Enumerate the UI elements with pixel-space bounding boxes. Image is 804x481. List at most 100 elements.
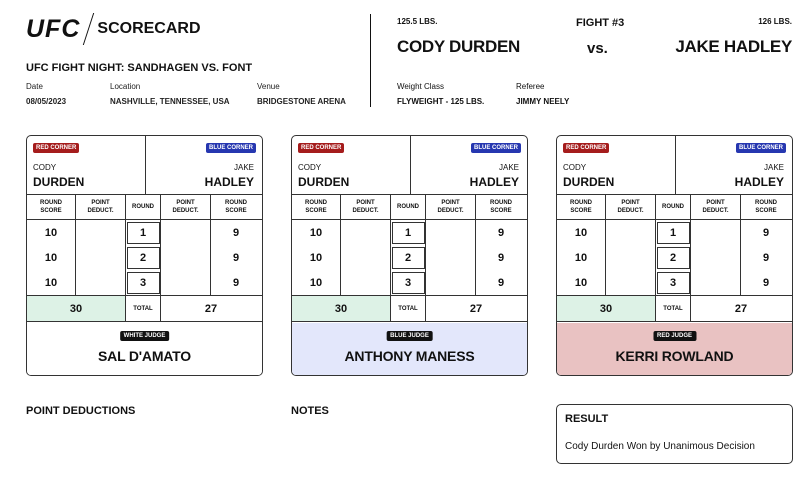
score-header-row: ROUND SCORE POINT DEDUCT. ROUND POINT DEDUC…: [27, 195, 262, 220]
blue-round-score-header: ROUND SCORE: [225, 200, 247, 214]
score-header-row: ROUND SCORE POINT DEDUCT. ROUND POINT DEDUC…: [292, 195, 527, 220]
judge-card: RED CORNER BLUE CORNER CODY DURDEN JAKE …: [26, 135, 263, 376]
card-fighters: RED CORNER BLUE CORNER CODY DURDEN JAKE …: [557, 136, 792, 195]
round-row: 10 2 9: [292, 245, 527, 270]
red-point-deduction: [341, 245, 391, 270]
blue-round-score: 9: [762, 276, 770, 289]
red-last-name: DURDEN: [298, 175, 350, 189]
round-number: 3: [656, 271, 690, 294]
blue-point-deduct-header: POINT DEDUCT.: [426, 195, 476, 219]
blue-fighter-name: JAKE HADLEY: [675, 37, 792, 56]
round-header: ROUND: [656, 195, 691, 219]
round-row: 10 3 9: [27, 270, 262, 295]
blue-point-deduction: [161, 220, 211, 245]
date-info: Date 08/05/2023: [26, 82, 66, 106]
red-last-name: DURDEN: [563, 175, 615, 189]
blue-round-score: 9: [762, 226, 770, 239]
red-total: 30: [27, 296, 126, 321]
blue-corner-badge: BLUE CORNER: [470, 143, 521, 153]
round-row: 10 1 9: [27, 220, 262, 245]
score-grid: ROUND SCORE POINT DEDUCT. ROUND POINT DEDUC…: [292, 195, 527, 322]
total-label: TOTAL: [656, 296, 691, 321]
red-corner-badge: RED CORNER: [563, 143, 610, 153]
red-point-deduction: [606, 220, 656, 245]
judge-area: RED JUDGE KERRI ROWLAND: [557, 323, 792, 375]
blue-round-score: 9: [497, 226, 505, 239]
rounds-block: 10 1 9 10 2 9 10 3 9: [27, 220, 262, 296]
red-round-score: 10: [292, 270, 341, 295]
location-info: Location NASHVILLE, TENNESSEE, USA: [110, 82, 230, 106]
judge-area: WHITE JUDGE SAL D'AMATO: [27, 323, 262, 375]
rounds-block: 10 1 9 10 2 9 10 3 9: [557, 220, 792, 296]
blue-point-deduct-header: POINT DEDUCT.: [161, 195, 211, 219]
blue-last-name: HADLEY: [734, 175, 784, 189]
judge-role-badge: BLUE JUDGE: [386, 331, 433, 341]
judge-name: SAL D'AMATO: [98, 348, 191, 364]
card-fighters: RED CORNER BLUE CORNER CODY DURDEN JAKE …: [27, 136, 262, 195]
red-round-score-header: ROUND SCORE: [557, 195, 606, 219]
judge-role-badge: WHITE JUDGE: [119, 331, 170, 341]
blue-round-score: 9: [232, 226, 240, 239]
judge-name: ANTHONY MANESS: [344, 348, 475, 364]
red-round-score: 10: [27, 220, 76, 245]
round-number-cell: 1: [391, 220, 426, 245]
red-round-score: 10: [292, 245, 341, 270]
header-divider: [370, 14, 371, 107]
date-value: 08/05/2023: [26, 97, 67, 106]
total-label: TOTAL: [391, 296, 426, 321]
blue-corner-badge: BLUE CORNER: [735, 143, 786, 153]
judge-card: RED CORNER BLUE CORNER CODY DURDEN JAKE …: [556, 135, 793, 376]
blue-last-name: HADLEY: [204, 175, 254, 189]
blue-first-name: JAKE: [763, 163, 784, 172]
round-number: 3: [126, 271, 160, 294]
round-row: 10 3 9: [557, 270, 792, 295]
blue-point-deduct-header: POINT DEDUCT.: [691, 195, 741, 219]
red-point-deduction: [76, 220, 126, 245]
blue-total: 27: [204, 302, 218, 315]
round-row: 10 1 9: [292, 220, 527, 245]
round-number-cell: 3: [126, 270, 161, 295]
red-point-deduction: [606, 270, 656, 295]
red-total: 30: [557, 296, 656, 321]
round-header: ROUND: [126, 195, 161, 219]
point-deductions-title: POINT DEDUCTIONS: [26, 405, 136, 417]
logo-text: SCORECARD: [97, 20, 201, 37]
red-point-deduction: [341, 220, 391, 245]
blue-round-score: 9: [762, 251, 770, 264]
red-corner-badge: RED CORNER: [33, 143, 80, 153]
round-number-cell: 2: [656, 245, 691, 270]
blue-point-deduction: [691, 220, 741, 245]
red-round-score: 10: [557, 245, 606, 270]
blue-total: 27: [734, 302, 748, 315]
blue-round-score: 9: [232, 251, 240, 264]
red-round-score: 10: [557, 220, 606, 245]
score-grid: ROUND SCORE POINT DEDUCT. ROUND POINT DEDUC…: [557, 195, 792, 322]
total-row: 30 TOTAL 27: [27, 296, 262, 322]
blue-round-score: 9: [497, 276, 505, 289]
red-first-name: CODY: [33, 163, 57, 172]
round-number: 1: [126, 221, 160, 244]
blue-first-name: JAKE: [233, 163, 254, 172]
blue-round-score: 9: [232, 276, 240, 289]
referee-value: JIMMY NEELY: [516, 97, 570, 106]
blue-point-deduction: [691, 245, 741, 270]
fight-number: FIGHT #3: [576, 17, 625, 29]
blue-point-deduction: [161, 245, 211, 270]
blue-point-deduction: [161, 270, 211, 295]
ufc-scorecard-logo: UFC SCORECARD: [26, 13, 201, 45]
round-number: 3: [391, 271, 425, 294]
blue-corner-badge: BLUE CORNER: [205, 143, 256, 153]
round-number-cell: 3: [656, 270, 691, 295]
notes-title: NOTES: [291, 405, 329, 417]
round-number: 2: [126, 246, 160, 269]
versus-label: vs.: [587, 40, 608, 57]
round-number-cell: 3: [391, 270, 426, 295]
blue-first-name: JAKE: [498, 163, 519, 172]
logo-divider: [83, 13, 95, 45]
red-point-deduct-header: POINT DEDUCT.: [341, 195, 391, 219]
venue-label: Venue: [257, 82, 280, 91]
round-number-cell: 2: [391, 245, 426, 270]
result-title: RESULT: [565, 413, 609, 425]
blue-fighter-weight: 126 LBS.: [758, 17, 792, 26]
rounds-block: 10 1 9 10 2 9 10 3 9: [292, 220, 527, 296]
